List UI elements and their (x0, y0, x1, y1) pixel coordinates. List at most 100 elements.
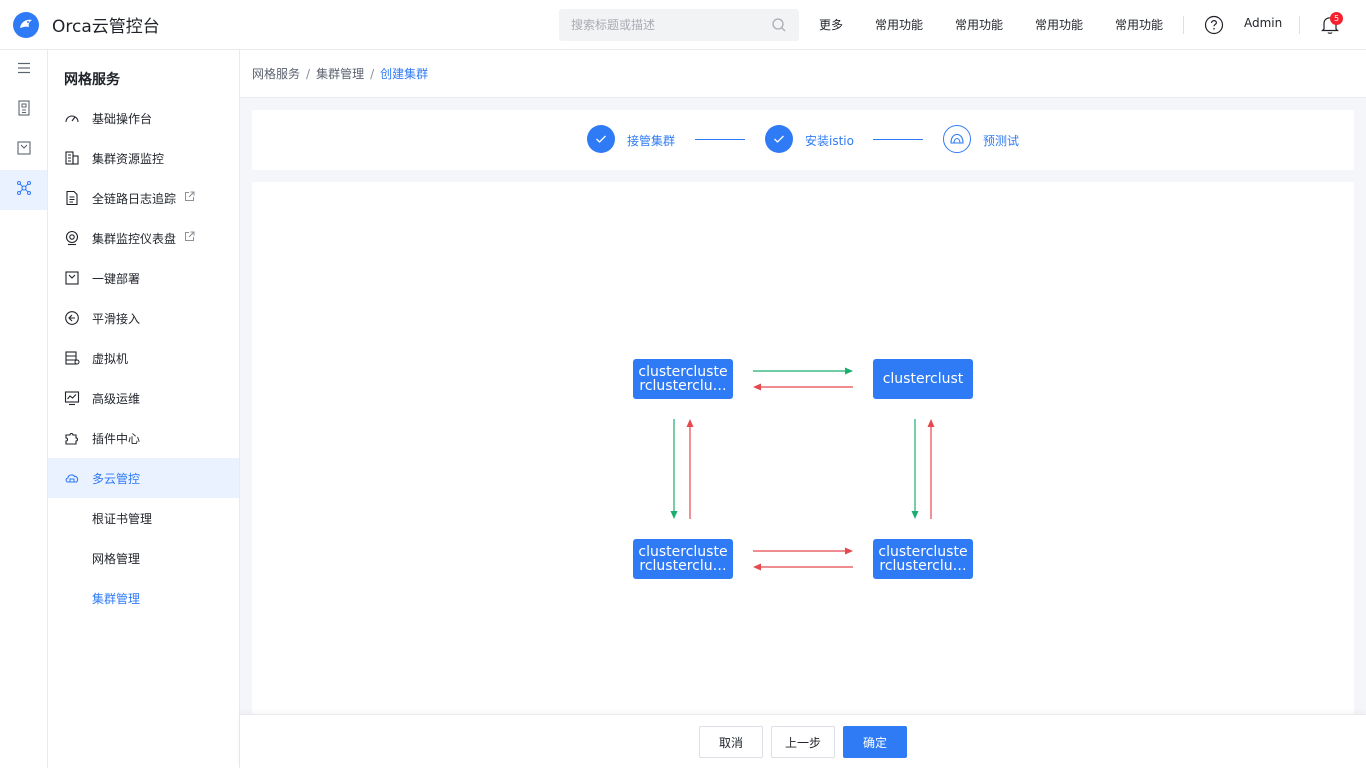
search-box[interactable] (559, 9, 799, 41)
steps-bar: 接管集群 安装istio 预测试 (252, 110, 1354, 170)
cluster-node-top-left[interactable]: clusterclusterclusterclu… (633, 359, 733, 399)
nav-common-4[interactable]: 常用功能 (1115, 16, 1163, 33)
step-3-dashboard-icon (943, 125, 971, 153)
arrow-up-head (927, 419, 935, 427)
breadcrumb: 网格服务 / 集群管理 / 创建集群 (240, 50, 1366, 98)
camera-icon (64, 230, 80, 246)
sidebar-item-deploy[interactable]: 一键部署 (48, 258, 239, 298)
cluster-node-bottom-right[interactable]: clusterclusterclusterclu… (873, 539, 973, 579)
breadcrumb-item-current: 创建集群 (380, 67, 429, 81)
sidebar-item-label: 全链路日志追踪 (92, 191, 177, 206)
step-2-check-icon (765, 125, 793, 153)
file-text-icon (64, 190, 80, 206)
header-divider (1183, 16, 1184, 34)
cluster-node-top-right[interactable]: clusterclust (873, 359, 973, 399)
user-name[interactable]: Admin (1244, 16, 1282, 30)
help-icon[interactable] (1204, 15, 1224, 39)
sidebar-item-resource-monitor[interactable]: 集群资源监控 (48, 138, 239, 178)
diagram-arrows (670, 367, 935, 571)
sidebar-item-label: 基础操作台 (92, 111, 153, 126)
sidebar-item-label: 网格管理 (92, 551, 141, 566)
arrow-down-head (670, 511, 678, 519)
arrow-forward-head (845, 367, 853, 375)
inbox-icon (16, 141, 31, 159)
cluster-node-label: clusterclusterclusterclu… (878, 545, 968, 573)
sidebar-item-label: 平滑接入 (92, 311, 141, 326)
cloud-lock-icon (64, 470, 80, 486)
sidebar-item-plugins[interactable]: 插件中心 (48, 418, 239, 458)
breadcrumb-item-cluster[interactable]: 集群管理 (316, 65, 364, 82)
step-2-label: 安装istio (805, 134, 854, 148)
server-icon (64, 350, 80, 366)
document-icon (17, 100, 31, 120)
menu-toggle[interactable] (0, 50, 47, 90)
nav-common-2[interactable]: 常用功能 (955, 16, 1003, 33)
sidebar-item-label: 高级运维 (92, 391, 141, 406)
sidebar-item-smooth-access[interactable]: 平滑接入 (48, 298, 239, 338)
sidebar-item-label: 集群资源监控 (92, 151, 165, 166)
confirm-button[interactable]: 确定 (843, 726, 907, 758)
sidebar-item-label: 一键部署 (92, 271, 141, 286)
cluster-node-label: clusterclusterclusterclu… (638, 365, 728, 393)
arrow-backward-head (753, 383, 761, 391)
nav-common-1[interactable]: 常用功能 (875, 16, 923, 33)
external-link-icon (184, 231, 195, 245)
sidebar-item-label: 根证书管理 (92, 511, 153, 526)
step-1-label: 接管集群 (627, 134, 676, 148)
rail-item-documents[interactable] (0, 90, 47, 130)
box-icon (64, 270, 80, 286)
footer-actions: 取消 上一步 确定 (240, 714, 1366, 768)
top-header: Orca云管控台 更多 常用功能 常用功能 常用功能 常用功能 Admin 5 (0, 0, 1366, 50)
sidebar-item-dashboard[interactable]: 集群监控仪表盘 (48, 218, 239, 258)
sidebar-subitem-root-cert[interactable]: 根证书管理 (48, 498, 239, 538)
building-icon (64, 150, 80, 166)
search-input[interactable] (559, 18, 759, 32)
nav-common-3[interactable]: 常用功能 (1035, 16, 1083, 33)
sidebar-item-log-trace[interactable]: 全链路日志追踪 (48, 178, 239, 218)
arrow-forward-head (845, 547, 853, 555)
icon-rail (0, 50, 48, 768)
arrow-circle-left-icon (64, 310, 80, 326)
sidebar-item-label: 插件中心 (92, 431, 141, 446)
breadcrumb-separator: / (306, 66, 311, 81)
orca-logo-icon[interactable] (13, 11, 39, 38)
step-3-label: 预测试 (983, 134, 1020, 148)
arrow-down-head (911, 511, 919, 519)
arrow-up-head (686, 419, 694, 427)
mesh-icon (16, 180, 32, 200)
sidebar-item-multicloud[interactable]: 多云管控 (48, 458, 239, 498)
sidebar-subitem-mesh-manage[interactable]: 网格管理 (48, 538, 239, 578)
sidebar-item-ops[interactable]: 高级运维 (48, 378, 239, 418)
sidebar-item-label: 集群监控仪表盘 (92, 231, 177, 246)
cancel-button[interactable]: 取消 (699, 726, 763, 758)
sidebar-item-console[interactable]: 基础操作台 (48, 98, 239, 138)
breadcrumb-item-mesh[interactable]: 网格服务 (252, 65, 300, 82)
monitor-chart-icon (64, 390, 80, 406)
sidebar-item-label: 多云管控 (92, 471, 141, 486)
hamburger-icon[interactable] (17, 62, 31, 78)
step-1-check-icon (587, 125, 615, 153)
notification-badge: 5 (1330, 12, 1343, 25)
sidebar-item-label: 集群管理 (92, 591, 141, 606)
search-icon[interactable] (771, 17, 787, 37)
sidebar-item-label: 虚拟机 (92, 351, 129, 366)
sidebar-title: 网格服务 (64, 72, 120, 88)
prev-step-button[interactable]: 上一步 (771, 726, 835, 758)
external-link-icon (184, 191, 195, 205)
rail-item-inbox[interactable] (0, 130, 47, 170)
breadcrumb-separator: / (370, 66, 375, 81)
dashboard-gauge-icon (64, 110, 80, 126)
sidebar-subitem-cluster-manage[interactable]: 集群管理 (48, 578, 239, 618)
sidebar: 网格服务 基础操作台 集群资源监控 全链路日志追踪 集群监控仪表盘 一键部署 平… (48, 50, 240, 768)
cluster-node-bottom-left[interactable]: clusterclusterclusterclu… (633, 539, 733, 579)
cluster-node-label: clusterclusterclusterclu… (638, 545, 728, 573)
arrow-backward-head (753, 563, 761, 571)
step-connector (695, 139, 745, 140)
sidebar-item-vm[interactable]: 虚拟机 (48, 338, 239, 378)
nav-more[interactable]: 更多 (819, 16, 843, 33)
rail-item-mesh[interactable] (0, 170, 47, 210)
step-connector (873, 139, 923, 140)
puzzle-icon (64, 430, 80, 446)
cluster-node-label: clusterclust (882, 372, 964, 386)
app-title: Orca云管控台 (52, 17, 160, 37)
